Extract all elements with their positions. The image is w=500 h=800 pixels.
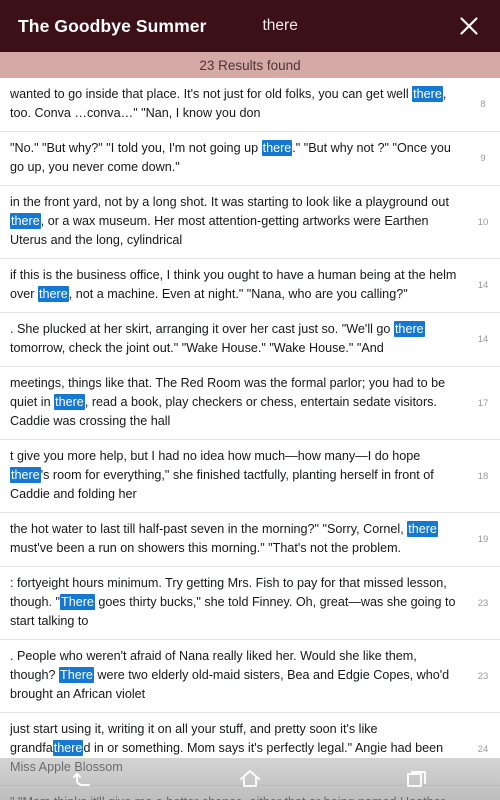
search-term-highlight: there [38, 286, 69, 302]
result-snippet: meetings, things like that. The Red Room… [0, 374, 466, 431]
search-term-highlight: there [407, 521, 438, 537]
snippet-text: . She plucked at her skirt, arranging it… [10, 322, 394, 336]
android-navigation-bar [0, 758, 500, 800]
back-icon [73, 772, 91, 786]
snippet-text: "No." "But why?" "I told you, I'm not go… [10, 141, 262, 155]
result-snippet: the hot water to last till half-past sev… [0, 520, 466, 558]
search-term-highlight: There [59, 667, 94, 683]
results-count-label: 23 Results found [199, 57, 301, 73]
snippet-text: , not a machine. Even at night." "Nana, … [68, 287, 408, 301]
result-snippet: if this is the business office, I think … [0, 266, 466, 304]
search-term-highlight: there [54, 394, 85, 410]
search-result-row[interactable]: meetings, things like that. The Red Room… [0, 367, 500, 440]
home-button[interactable] [222, 758, 278, 800]
search-term-highlight: there [412, 86, 443, 102]
search-result-row[interactable]: in the front yard, not by a long shot. I… [0, 186, 500, 259]
recents-button[interactable] [389, 758, 445, 800]
result-page-number: 18 [477, 470, 489, 482]
search-term-highlight: there [393, 321, 425, 337]
result-snippet: . People who weren't afraid of Nana real… [0, 647, 466, 704]
snippet-text: must've been a run on showers this morni… [10, 541, 402, 555]
search-term-highlight: There [60, 594, 95, 610]
result-page-number: 17 [477, 397, 489, 409]
search-term-highlight: there [261, 140, 293, 156]
result-page-number: 9 [480, 153, 486, 164]
snippet-text: the hot water to last till half-past sev… [10, 522, 408, 536]
result-page-number: 19 [477, 534, 489, 545]
result-snippet: t give you more help, but I had no idea … [0, 447, 466, 504]
snippet-text: wanted to go inside that place. It's not… [10, 87, 413, 101]
app-bar: The Goodbye Summer there [0, 0, 500, 52]
result-snippet: wanted to go inside that place. It's not… [0, 85, 466, 123]
search-result-row[interactable]: the hot water to last till half-past sev… [0, 513, 500, 567]
search-query-text[interactable]: there [263, 17, 298, 35]
back-button[interactable] [55, 758, 111, 800]
search-term-highlight: there [52, 740, 84, 756]
search-result-row[interactable]: : fortyeight hours minimum. Try getting … [0, 567, 500, 640]
close-button[interactable] [452, 9, 486, 43]
search-term-highlight: there [10, 213, 41, 229]
home-icon [239, 770, 260, 787]
result-page-number: 14 [477, 280, 489, 291]
result-page-number: 14 [477, 334, 489, 345]
search-result-row[interactable]: "No." "But why?" "I told you, I'm not go… [0, 132, 500, 186]
result-page-number: 10 [477, 216, 489, 228]
search-term-highlight: there [10, 467, 41, 483]
snippet-text: tomorrow, check the joint out." "Wake Ho… [10, 341, 384, 355]
search-result-row[interactable]: . She plucked at her skirt, arranging it… [0, 313, 500, 367]
result-snippet: in the front yard, not by a long shot. I… [0, 193, 466, 250]
result-page-number: 23 [477, 597, 489, 609]
page-title: The Goodbye Summer [18, 15, 207, 36]
recents-icon [406, 771, 426, 787]
snippet-text: , or a wax museum. Her most attention-ge… [10, 214, 429, 247]
result-snippet: "No." "But why?" "I told you, I'm not go… [0, 139, 466, 177]
search-results-list[interactable]: wanted to go inside that place. It's not… [0, 78, 500, 800]
result-page-number: 24 [477, 743, 489, 755]
result-snippet: . She plucked at her skirt, arranging it… [0, 320, 466, 358]
result-snippet: : fortyeight hours minimum. Try getting … [0, 574, 466, 631]
snippet-text: t give you more help, but I had no idea … [10, 449, 421, 463]
snippet-text: 's room for everything," she finished ta… [10, 468, 434, 501]
search-result-row[interactable]: . People who weren't afraid of Nana real… [0, 640, 500, 713]
search-result-row[interactable]: if this is the business office, I think … [0, 259, 500, 313]
search-result-row[interactable]: wanted to go inside that place. It's not… [0, 78, 500, 132]
result-page-number: 8 [480, 99, 486, 110]
results-count-bar: 23 Results found [0, 52, 500, 78]
search-result-row[interactable]: t give you more help, but I had no idea … [0, 440, 500, 513]
close-icon [460, 17, 478, 35]
result-page-number: 23 [477, 670, 489, 682]
snippet-text: in the front yard, not by a long shot. I… [10, 195, 449, 209]
